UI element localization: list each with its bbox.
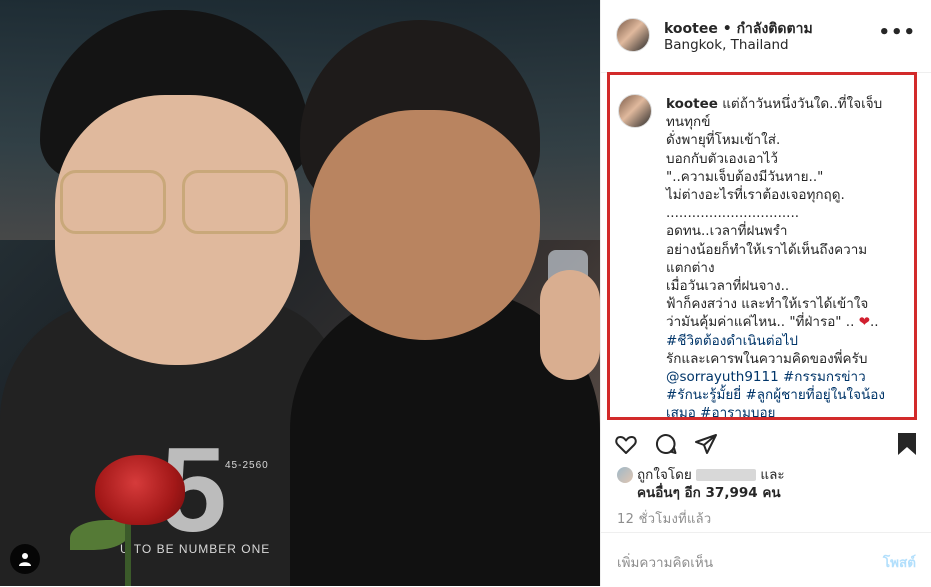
author-username[interactable]: kootee (664, 21, 718, 37)
instagram-post: 5 45-2560 U TO BE NUMBER ONE kootee • กำ… (0, 0, 931, 586)
caption-line-text: ว่ามันคุ้มค่าแค่ไหน.. "ที่ฝ่ารอ" .. (666, 314, 855, 331)
caption-text: kootee แต่ถ้าวันหนึ่งวันใด..ที่ใจเจ็บ ทน… (666, 95, 912, 423)
hashtag-link[interactable]: เสมอ #อารามบอย (666, 404, 912, 422)
caption-line: รักและเคารพในความคิดของพี่ครับ (666, 350, 868, 367)
photo-arm (540, 270, 600, 380)
share-icon (695, 434, 717, 454)
caption-heart-suffix: .. (870, 314, 879, 331)
caption-line: ดั่งพายุที่โหมเข้าใส่. (666, 132, 781, 149)
caption-line: ............................... (666, 205, 800, 222)
liker-username-blurred[interactable] (696, 469, 757, 481)
caption-author-avatar[interactable] (618, 94, 652, 128)
mention-hashtag-link[interactable]: @sorrayuth9111 #กรรมกรข่าว (666, 368, 912, 386)
post-comment-button[interactable]: โพสต์ (883, 551, 916, 573)
comment-bar: เพิ่มความคิดเห็น โพสต์ (601, 532, 931, 587)
tagged-users-button[interactable] (10, 544, 40, 574)
caption-line: บอกกับตัวเองเอาไว้ (666, 150, 778, 167)
comment-icon (655, 433, 677, 454)
shirt-small-text: U TO BE NUMBER ONE (120, 542, 271, 556)
caption-line: kootee แต่ถ้าวันหนึ่งวันใด..ที่ใจเจ็บ (666, 95, 912, 113)
post-header: kootee • กำลังติดตาม Bangkok, Thailand •… (601, 0, 931, 73)
caption-line: อดทน..เวลาที่ฝนพรำ (666, 223, 788, 240)
photo-person-right-face (310, 110, 540, 340)
share-button[interactable] (693, 431, 719, 457)
caption-line: ไม่ต่างอะไรที่เราต้องเจอทุกฤดู. (666, 187, 845, 204)
likes-and: และ (760, 467, 785, 483)
hashtag-link[interactable]: #ชีวิตต้องดำเนินต่อไป (666, 332, 912, 350)
like-button[interactable] (613, 431, 639, 457)
red-heart-icon: ❤ (858, 314, 871, 331)
likes-summary: ถูกใจโดย และ คนอื่นๆ อีก 37,994 คน (617, 466, 917, 502)
caption-line-text: แต่ถ้าวันหนึ่งวันใด..ที่ใจเจ็บ (722, 96, 883, 112)
author-avatar[interactable] (616, 18, 650, 52)
bookmark-icon (898, 433, 916, 455)
caption-line: เมื่อวันเวลาที่ฝนจาง.. (666, 278, 790, 295)
caption-line: ทนทุกข์ (666, 114, 711, 131)
location-link[interactable]: Bangkok, Thailand (664, 37, 789, 53)
caption-line: อย่างน้อยก็ทำให้เราได้เห็นถึงความ (666, 241, 868, 258)
caption-author-username[interactable]: kootee (666, 96, 718, 112)
liker-avatar[interactable] (617, 467, 633, 483)
post-photo[interactable]: 5 45-2560 U TO BE NUMBER ONE (0, 0, 600, 586)
caption-line: ฟ้าก็คงสว่าง และทำให้เราได้เข้าใจ (666, 296, 869, 313)
save-button[interactable] (894, 431, 920, 457)
caption-line: แตกต่าง (666, 259, 715, 276)
post-timestamp[interactable]: 12 ชั่วโมงที่แล้ว (617, 508, 712, 529)
post-side-panel: kootee • กำลังติดตาม Bangkok, Thailand •… (600, 0, 931, 586)
rose-flower (95, 455, 185, 525)
more-options-icon[interactable]: ••• (878, 22, 916, 43)
following-button[interactable]: กำลังติดตาม (737, 21, 813, 37)
shirt-small-text-top: 45-2560 (225, 460, 269, 471)
likes-prefix: ถูกใจโดย (637, 467, 692, 483)
comment-input[interactable]: เพิ่มความคิดเห็น (617, 551, 713, 573)
user-icon (19, 553, 31, 566)
action-bar (601, 427, 931, 463)
heart-icon (615, 436, 637, 454)
likes-count-link[interactable]: คนอื่นๆ อีก 37,994 คน (617, 484, 917, 502)
caption-highlight-box: kootee แต่ถ้าวันหนึ่งวันใด..ที่ใจเจ็บ ทน… (607, 72, 917, 423)
rose-stem (125, 520, 131, 586)
comment-button[interactable] (653, 431, 679, 457)
caption-line: ว่ามันคุ้มค่าแค่ไหน.. "ที่ฝ่ารอ" .. ❤.. (666, 313, 912, 331)
caption-line: "..ความเจ็บต้องมีวันหาย.." (666, 168, 824, 185)
photo-glasses (60, 170, 290, 234)
separator-dot: • (722, 21, 732, 37)
likes-first-line: ถูกใจโดย และ (617, 466, 917, 484)
hashtag-link[interactable]: #รักนะรู้มั้ยยี่ #ลูกผู้ชายที่อยู่ในใจน้… (666, 386, 912, 404)
